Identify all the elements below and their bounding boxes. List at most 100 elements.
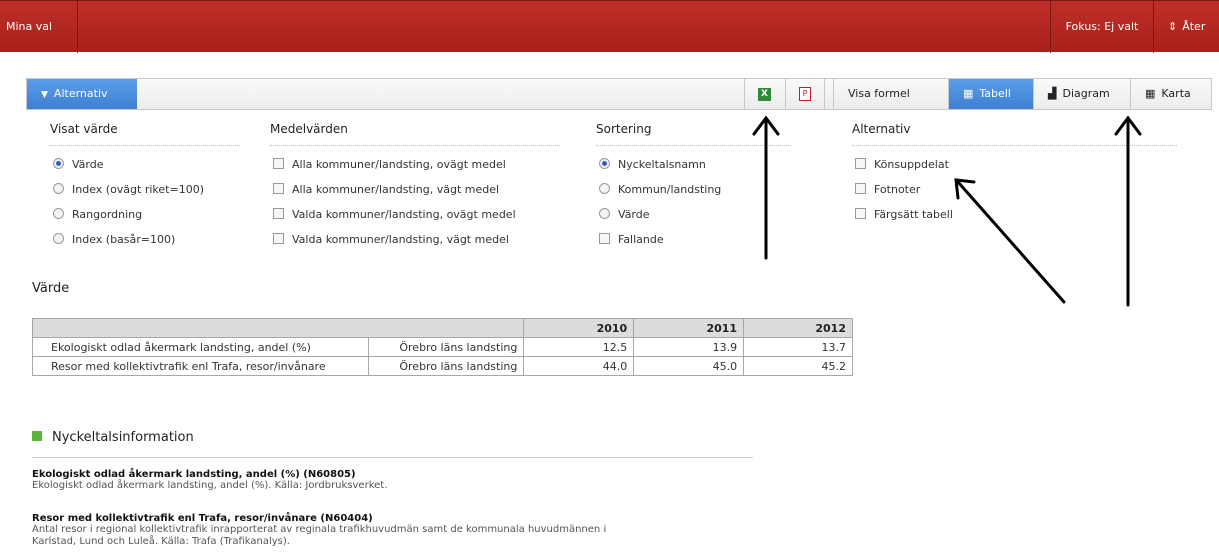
checkbox-icon[interactable] xyxy=(273,233,284,244)
top-bar: Mina val Fokus: Ej valt ⇕ Åter xyxy=(0,0,1219,53)
checkbox-label: Fotnoter xyxy=(874,183,921,196)
tab-diagram[interactable]: ▟ Diagram xyxy=(1033,79,1131,109)
radio-option[interactable]: Rangordning xyxy=(53,202,240,227)
checkbox-option[interactable]: Alla kommuner/landsting, vägt medel xyxy=(273,177,560,202)
checkbox-label: Alla kommuner/landsting, vägt medel xyxy=(292,183,500,196)
row-name: Ekologiskt odlad åkermark landsting, and… xyxy=(32,337,369,357)
radio-label: Nyckeltalsnamn xyxy=(618,158,706,171)
tab-tabell[interactable]: ▦ Tabell xyxy=(948,79,1034,109)
checkbox-label: Färgsätt tabell xyxy=(874,208,953,221)
column-header-year: 2012 xyxy=(743,318,853,338)
radio-label: Värde xyxy=(618,208,650,221)
info-item-title: Resor med kollektivtrafik enl Trafa, res… xyxy=(32,513,373,524)
checkbox-icon[interactable] xyxy=(855,208,866,219)
column-header-year: 2010 xyxy=(523,318,635,338)
back-label: Åter xyxy=(1182,20,1206,33)
back-button[interactable]: ⇕ Åter xyxy=(1158,1,1219,53)
radio-selected-icon[interactable] xyxy=(599,158,610,169)
mina-val-button[interactable]: Mina val xyxy=(0,1,78,53)
info-item-desc: Antal resor i regional kollektivtrafik i… xyxy=(32,524,607,535)
checkbox-option[interactable]: Könsuppdelat xyxy=(855,152,1177,177)
tab-karta[interactable]: ▦ Karta xyxy=(1130,79,1212,109)
radio-icon[interactable] xyxy=(599,208,610,219)
row-region: Örebro läns landsting xyxy=(367,356,525,376)
radio-option[interactable]: Index (basår=100) xyxy=(53,227,240,252)
tab-visa-formel[interactable]: Visa formel xyxy=(833,79,949,109)
alternativ-title: Alternativ xyxy=(852,122,1177,146)
radio-option[interactable]: Index (ovägt riket=100) xyxy=(53,177,240,202)
info-header: Nyckeltalsinformation xyxy=(32,430,753,458)
radio-label: Index (ovägt riket=100) xyxy=(72,183,204,196)
info-item: Resor med kollektivtrafik enl Trafa, res… xyxy=(32,513,772,548)
pdf-icon: P xyxy=(799,87,811,101)
checkbox-icon[interactable] xyxy=(599,233,610,244)
checkbox-icon[interactable] xyxy=(273,158,284,169)
checkbox-option[interactable]: Valda kommuner/landsting, ovägt medel xyxy=(273,202,560,227)
pdf-export-button[interactable]: P xyxy=(785,79,825,109)
row-region: Örebro läns landsting xyxy=(367,337,525,357)
info-item-title: Ekologiskt odlad åkermark landsting, and… xyxy=(32,469,356,480)
radio-icon[interactable] xyxy=(53,233,64,244)
checkbox-icon[interactable] xyxy=(855,158,866,169)
toolbar: ▼ Alternativ X P Visa formel ▦ Tabell ▟ Dia… xyxy=(26,78,1212,110)
radio-icon[interactable] xyxy=(53,183,64,194)
tab-tabell-label: Tabell xyxy=(979,87,1011,100)
cell-value: 12.5 xyxy=(523,337,635,357)
visat-varde-title: Visat värde xyxy=(50,122,240,146)
radio-option[interactable]: Värde xyxy=(599,202,791,227)
checkbox-option[interactable]: Fotnoter xyxy=(855,177,1177,202)
table-header-empty xyxy=(31,318,525,338)
checkbox-option[interactable]: Färgsätt tabell xyxy=(855,202,1177,227)
radio-option[interactable]: Kommun/landsting xyxy=(599,177,791,202)
visat-varde-group: Visat värde Värde Index (ovägt riket=100… xyxy=(50,122,240,252)
checkbox-label: Alla kommuner/landsting, ovägt medel xyxy=(292,158,506,171)
medelvarden-title: Medelvärden xyxy=(270,122,560,146)
table-row: Ekologiskt odlad åkermark landsting, and… xyxy=(32,337,853,357)
sortering-group: Sortering Nyckeltalsnamn Kommun/landstin… xyxy=(596,122,791,252)
column-header-year: 2011 xyxy=(633,318,745,338)
medelvarden-group: Medelvärden Alla kommuner/landsting, ovä… xyxy=(270,122,560,252)
bar-chart-icon: ▟ xyxy=(1048,87,1057,100)
radio-option[interactable]: Värde xyxy=(53,152,240,177)
focus-button[interactable]: Fokus: Ej valt xyxy=(1050,1,1154,53)
radio-icon[interactable] xyxy=(599,183,610,194)
row-name: Resor med kollektivtrafik enl Trafa, res… xyxy=(32,356,369,376)
excel-export-button[interactable]: X xyxy=(744,79,784,109)
checkbox-option[interactable]: Valda kommuner/landsting, vägt medel xyxy=(273,227,560,252)
alternativ-group: Alternativ Könsuppdelat Fotnoter Färgsät… xyxy=(852,122,1177,227)
info-item-desc: Ekologiskt odlad åkermark landsting, and… xyxy=(32,480,388,491)
cell-value: 13.7 xyxy=(743,337,853,357)
map-grid-icon: ▦ xyxy=(1145,87,1156,100)
data-table: 2010 2011 2012 Ekologiskt odlad åkermark… xyxy=(31,318,853,376)
checkbox-option[interactable]: Alla kommuner/landsting, ovägt medel xyxy=(273,152,560,177)
green-square-icon xyxy=(32,431,42,441)
checkbox-icon[interactable] xyxy=(273,208,284,219)
radio-label: Index (basår=100) xyxy=(72,233,176,246)
checkbox-label: Valda kommuner/landsting, vägt medel xyxy=(292,233,509,246)
info-item-desc: Karlstad, Lund och Luleå. Källa: Trafa (… xyxy=(32,536,290,547)
radio-icon[interactable] xyxy=(53,208,64,219)
alternativ-label: Alternativ xyxy=(53,87,108,100)
tab-diagram-label: Diagram xyxy=(1062,87,1110,100)
tab-karta-label: Karta xyxy=(1161,87,1191,100)
radio-label: Värde xyxy=(72,158,104,171)
checkbox-label: Valda kommuner/landsting, ovägt medel xyxy=(292,208,516,221)
info-title: Nyckeltalsinformation xyxy=(52,430,194,445)
sortering-title: Sortering xyxy=(596,122,791,146)
checkbox-icon[interactable] xyxy=(855,183,866,194)
table-row: Resor med kollektivtrafik enl Trafa, res… xyxy=(32,356,853,376)
radio-label: Rangordning xyxy=(72,208,143,221)
swap-icon: ⇕ xyxy=(1168,20,1178,33)
cell-value: 44.0 xyxy=(523,356,635,376)
checkbox-option[interactable]: Fallande xyxy=(599,227,791,252)
table-header-row: 2010 2011 2012 xyxy=(31,318,853,338)
caret-down-icon: ▼ xyxy=(41,90,48,100)
alternativ-dropdown-button[interactable]: ▼ Alternativ xyxy=(27,79,137,109)
radio-option[interactable]: Nyckeltalsnamn xyxy=(599,152,791,177)
radio-selected-icon[interactable] xyxy=(53,158,64,169)
checkbox-label: Könsuppdelat xyxy=(874,158,949,171)
section-title: Värde xyxy=(32,281,70,296)
table-icon: ▦ xyxy=(963,87,974,100)
radio-label: Kommun/landsting xyxy=(618,183,722,196)
checkbox-icon[interactable] xyxy=(273,183,284,194)
